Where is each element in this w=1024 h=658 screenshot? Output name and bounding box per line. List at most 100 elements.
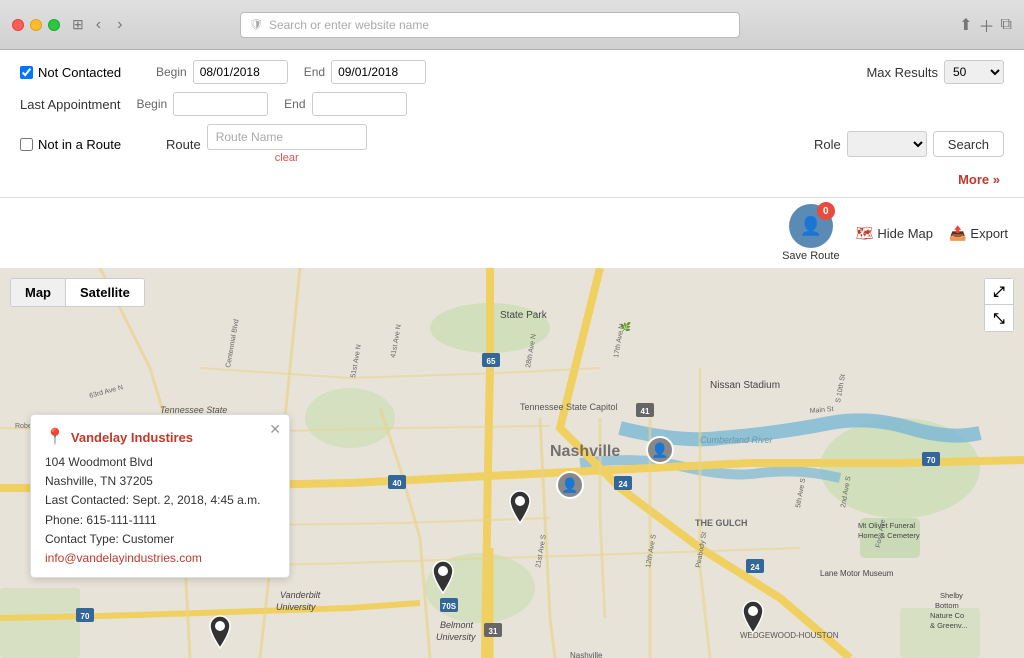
svg-text:University: University bbox=[436, 632, 476, 642]
max-results-group: Max Results 50 100 200 bbox=[866, 60, 1004, 84]
zoom-controls: ⤢ ⤡ bbox=[984, 278, 1014, 332]
route-input[interactable] bbox=[207, 124, 367, 150]
save-route-button[interactable]: 👤 0 Save Route bbox=[782, 204, 839, 262]
not-in-route-checkbox-label[interactable]: Not in a Route bbox=[20, 137, 150, 152]
export-label: Export bbox=[970, 226, 1008, 241]
max-results-label: Max Results bbox=[866, 65, 938, 80]
main-content: Not Contacted Begin End Max Results 50 1… bbox=[0, 50, 1024, 658]
filter-row-2: Last Appointment Begin End bbox=[20, 92, 1004, 116]
popup-close-button[interactable]: ✕ bbox=[269, 421, 281, 438]
svg-text:THE GULCH: THE GULCH bbox=[695, 518, 748, 528]
more-link[interactable]: More » bbox=[958, 172, 1004, 187]
svg-text:40: 40 bbox=[393, 479, 402, 488]
begin-date-group: Begin bbox=[156, 60, 288, 84]
svg-text:70: 70 bbox=[81, 612, 90, 621]
begin-label: Begin bbox=[156, 65, 187, 79]
not-contacted-checkbox[interactable] bbox=[20, 66, 33, 79]
last-appt-begin-label: Begin bbox=[136, 97, 167, 111]
map-button[interactable]: Map bbox=[11, 279, 65, 306]
popup-business-name: Vandelay Industires bbox=[71, 430, 193, 445]
back-button[interactable]: ‹ bbox=[92, 14, 105, 36]
not-contacted-checkbox-label[interactable]: Not Contacted bbox=[20, 65, 140, 80]
svg-text:Nissan Stadium: Nissan Stadium bbox=[710, 380, 780, 391]
marker-4[interactable]: 👤 bbox=[645, 435, 675, 468]
close-button[interactable] bbox=[12, 19, 24, 31]
sidebar-toggle-button[interactable]: ⊞ bbox=[72, 16, 84, 33]
svg-text:65: 65 bbox=[487, 357, 496, 366]
marker-6[interactable] bbox=[740, 599, 766, 638]
svg-text:Vanderbilt: Vanderbilt bbox=[280, 590, 321, 600]
last-appt-begin-group: Begin bbox=[136, 92, 268, 116]
popup-address-line1: 104 Woodmont Blvd bbox=[45, 453, 275, 472]
satellite-button[interactable]: Satellite bbox=[66, 279, 144, 306]
filter-row-1: Not Contacted Begin End Max Results 50 1… bbox=[20, 60, 1004, 84]
popup-contact-type: Contact Type: Customer bbox=[45, 530, 275, 549]
filter-row-4: More » bbox=[20, 172, 1004, 187]
tabs-button[interactable]: ⧉ bbox=[1001, 13, 1012, 37]
svg-text:31: 31 bbox=[489, 627, 498, 636]
svg-text:Bottom: Bottom bbox=[935, 601, 959, 610]
svg-text:Lane Motor Museum: Lane Motor Museum bbox=[820, 569, 894, 578]
clear-link[interactable]: clear bbox=[207, 152, 367, 164]
popup-header: 📍 Vandelay Industires bbox=[45, 427, 275, 447]
popup-address-line2: Nashville, TN 37205 bbox=[45, 472, 275, 491]
forward-button[interactable]: › bbox=[113, 14, 126, 36]
svg-text:University: University bbox=[276, 602, 316, 612]
svg-text:👤: 👤 bbox=[651, 442, 668, 459]
svg-text:41: 41 bbox=[641, 407, 650, 416]
browser-chrome: ⊞ ‹ › 🛡 Search or enter website name ⬆ ＋… bbox=[0, 0, 1024, 50]
end-date-input[interactable] bbox=[331, 60, 426, 84]
marker-7[interactable] bbox=[207, 614, 233, 653]
hide-map-button[interactable]: 🗺 Hide Map bbox=[856, 225, 933, 242]
svg-text:Shelby: Shelby bbox=[940, 591, 963, 600]
map-popup: ✕ 📍 Vandelay Industires 104 Woodmont Blv… bbox=[30, 414, 290, 578]
map-toolbar: 👤 0 Save Route 🗺 Hide Map 📤 Export bbox=[0, 198, 1024, 268]
svg-text:70S: 70S bbox=[442, 602, 457, 611]
last-appointment-label: Last Appointment bbox=[20, 97, 120, 112]
popup-email[interactable]: info@vandelayindustries.com bbox=[45, 551, 275, 565]
last-appt-begin-input[interactable] bbox=[173, 92, 268, 116]
hide-map-label: Hide Map bbox=[877, 226, 933, 241]
route-input-wrap: clear bbox=[207, 124, 367, 164]
svg-text:State Park: State Park bbox=[500, 310, 548, 321]
save-route-label: Save Route bbox=[782, 250, 839, 262]
popup-phone: Phone: 615-111-1111 bbox=[45, 511, 275, 530]
max-results-select[interactable]: 50 100 200 bbox=[944, 60, 1004, 84]
minimize-button[interactable] bbox=[30, 19, 42, 31]
svg-text:Home & Cemetery: Home & Cemetery bbox=[858, 531, 920, 540]
svg-text:24: 24 bbox=[751, 563, 760, 572]
zoom-in-button[interactable]: ⤢ bbox=[985, 279, 1013, 305]
route-label: Route bbox=[166, 137, 201, 152]
not-in-route-label: Not in a Route bbox=[38, 137, 121, 152]
role-select[interactable] bbox=[847, 131, 927, 157]
end-date-group: End bbox=[304, 60, 426, 84]
svg-text:Belmont: Belmont bbox=[440, 620, 474, 630]
begin-date-input[interactable] bbox=[193, 60, 288, 84]
route-person-icon: 👤 bbox=[800, 216, 822, 237]
marker-5[interactable]: 👤 bbox=[555, 470, 585, 503]
search-button[interactable]: Search bbox=[933, 131, 1004, 157]
end-label: End bbox=[304, 65, 325, 79]
maximize-button[interactable] bbox=[48, 19, 60, 31]
export-button[interactable]: 📤 Export bbox=[949, 225, 1008, 242]
svg-text:Mt Olivet Funeral: Mt Olivet Funeral bbox=[858, 521, 915, 530]
address-text: Search or enter website name bbox=[269, 18, 429, 32]
marker-2[interactable] bbox=[507, 489, 533, 528]
not-in-route-checkbox[interactable] bbox=[20, 138, 33, 151]
export-icon: 📤 bbox=[949, 225, 966, 242]
zoom-out-button[interactable]: ⤡ bbox=[985, 305, 1013, 331]
security-icon: 🛡 bbox=[249, 18, 263, 31]
new-tab-button[interactable]: ＋ bbox=[979, 13, 995, 37]
last-appt-end-label: End bbox=[284, 97, 305, 111]
map-container[interactable]: 65 40 155 24 24 70 70S 41 70 31 bbox=[0, 268, 1024, 658]
marker-3[interactable] bbox=[430, 559, 456, 598]
filter-row-3: Not in a Route Route clear Role Search bbox=[20, 124, 1004, 164]
filter-panel: Not Contacted Begin End Max Results 50 1… bbox=[0, 50, 1024, 198]
share-button[interactable]: ⬆ bbox=[959, 13, 972, 37]
last-appt-end-input[interactable] bbox=[312, 92, 407, 116]
address-bar[interactable]: 🛡 Search or enter website name bbox=[240, 12, 740, 38]
svg-text:Nature Co: Nature Co bbox=[930, 611, 964, 620]
popup-pin-icon: 📍 bbox=[45, 427, 65, 447]
route-group: Route clear bbox=[166, 124, 798, 164]
traffic-lights bbox=[12, 19, 60, 31]
